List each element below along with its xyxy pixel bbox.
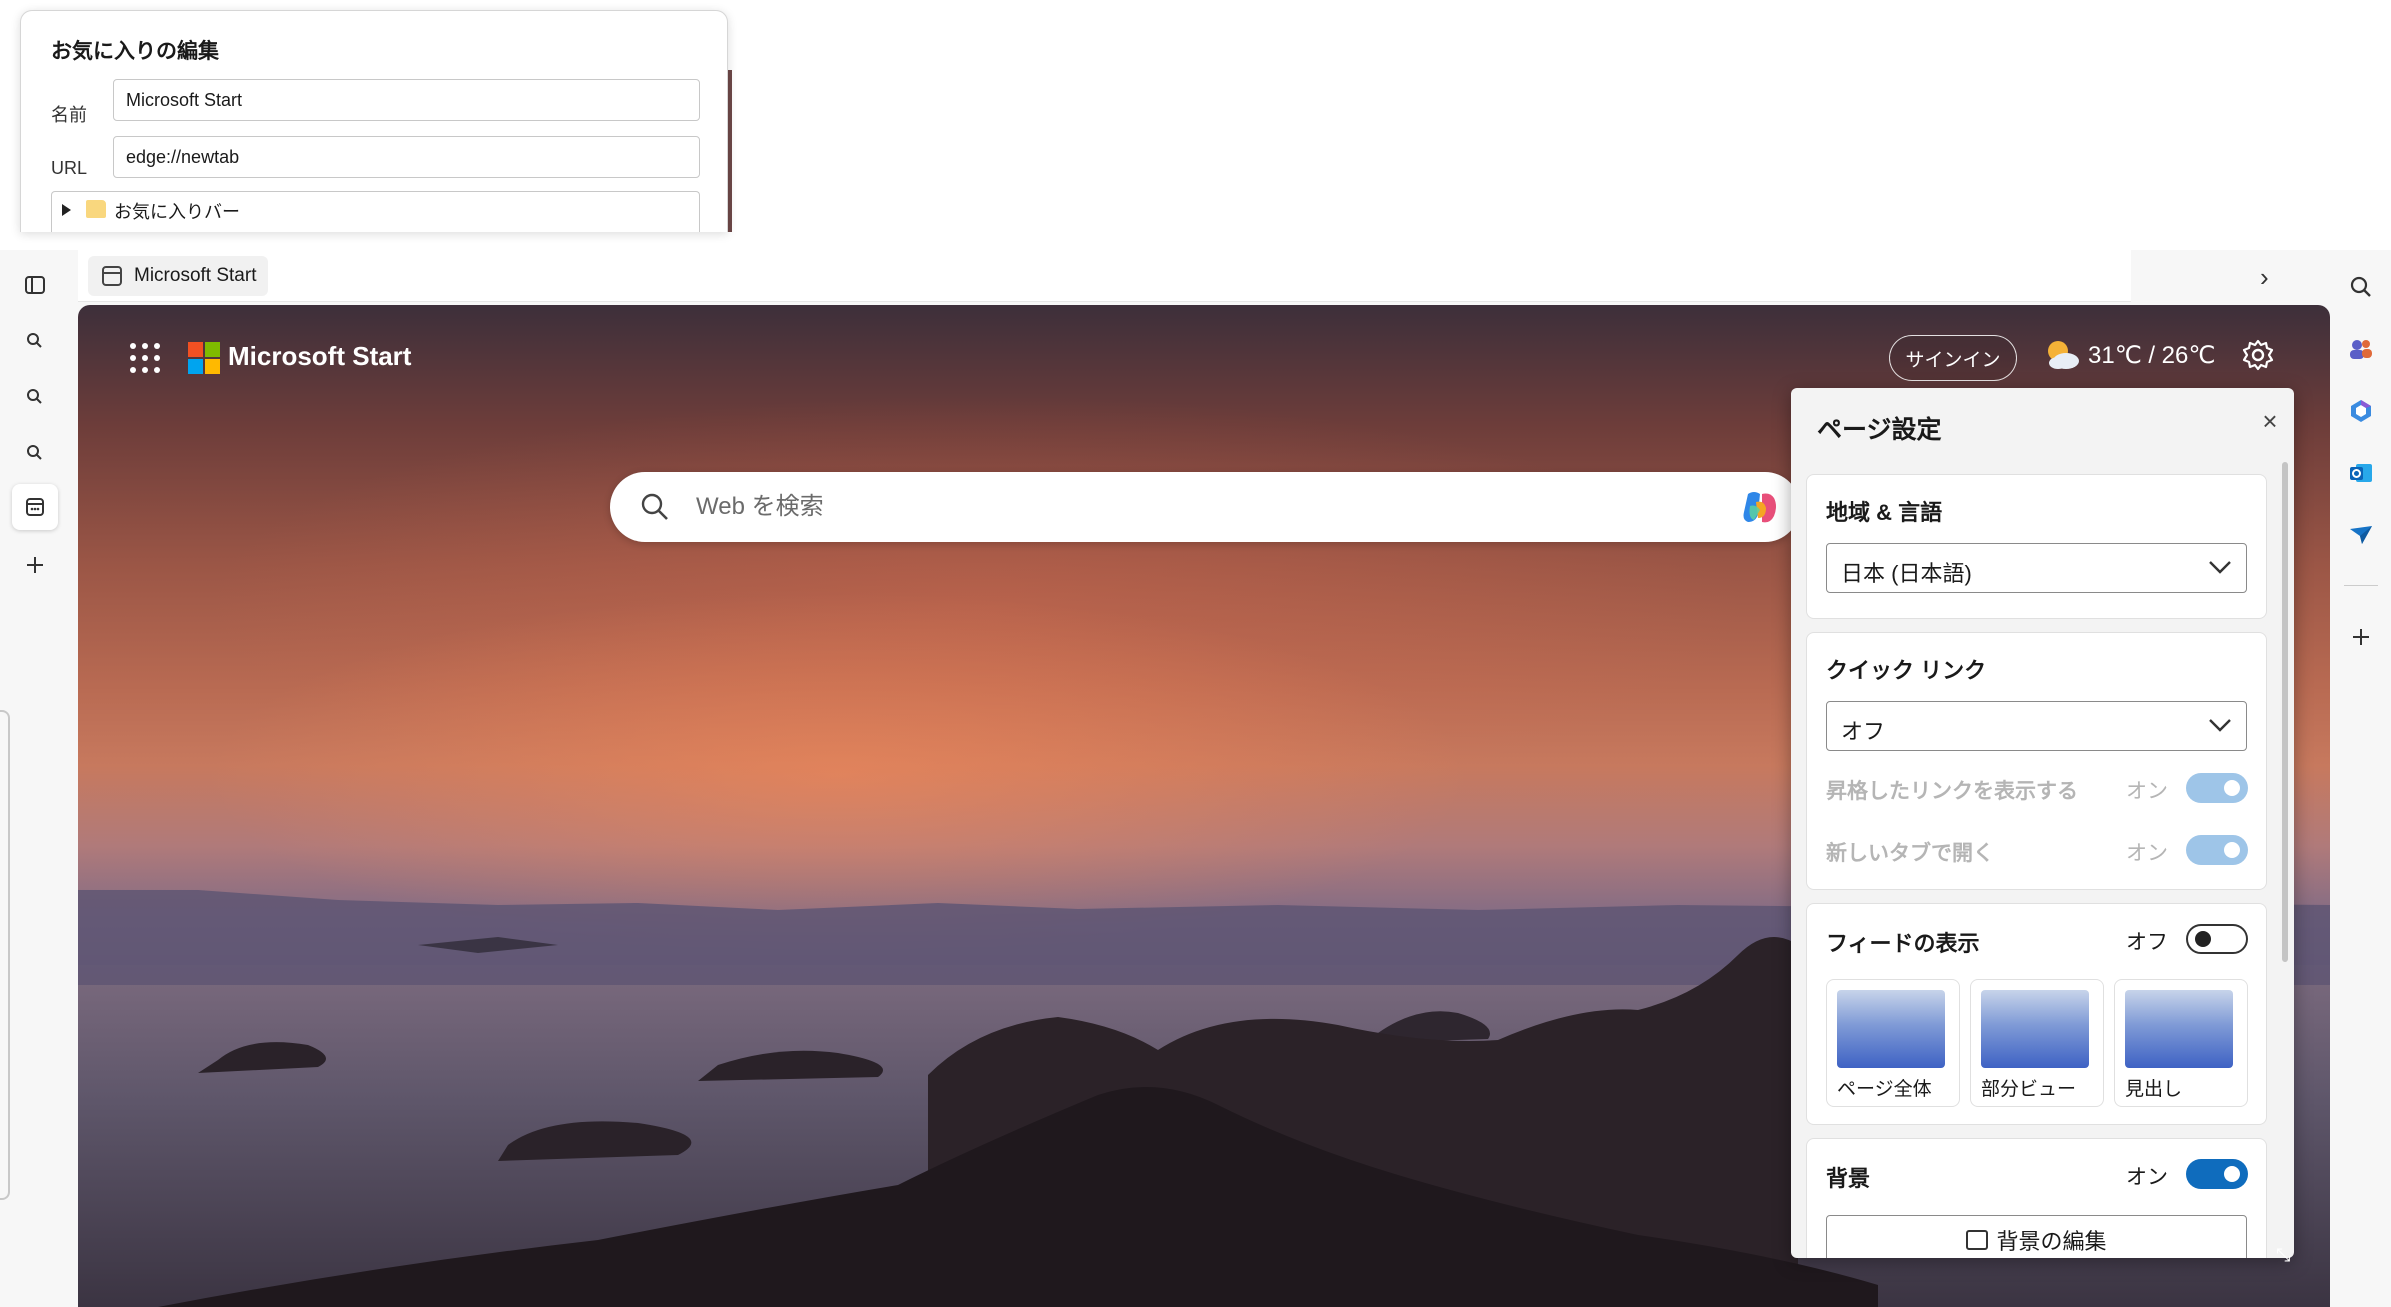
region-value: 日本 (日本語) bbox=[1841, 561, 1972, 586]
plus-icon[interactable] bbox=[12, 542, 58, 588]
background-card: 背景 オン 背景の編集 bbox=[1806, 1138, 2267, 1258]
region-dropdown[interactable]: 日本 (日本語) bbox=[1826, 543, 2247, 593]
background-title: 背景 bbox=[1826, 1166, 1871, 1191]
sidebar-divider bbox=[2344, 585, 2378, 586]
folder-label[interactable]: お気に入りバー bbox=[114, 198, 240, 224]
expand-arrow-icon[interactable] bbox=[62, 204, 71, 216]
search-icon[interactable] bbox=[2340, 266, 2382, 308]
folder-icon bbox=[86, 200, 106, 218]
layout-label: 部分ビュー bbox=[1981, 1079, 2077, 1100]
copilot-icon[interactable] bbox=[2340, 390, 2382, 432]
calendar-icon bbox=[102, 266, 122, 286]
layout-option-full[interactable]: ページ全体 bbox=[1826, 979, 1960, 1107]
layout-label: 見出し bbox=[2125, 1079, 2183, 1100]
search-icon[interactable] bbox=[12, 430, 58, 476]
chevron-down-icon bbox=[2209, 561, 2231, 574]
search-input[interactable] bbox=[696, 484, 1596, 530]
promoted-links-toggle[interactable] bbox=[2186, 773, 2248, 803]
chevron-right-icon[interactable]: › bbox=[2260, 262, 2269, 293]
close-icon[interactable]: × bbox=[2253, 404, 2287, 438]
panel-scrollbar[interactable] bbox=[2282, 462, 2288, 962]
layout-option-headings[interactable]: 見出し bbox=[2114, 979, 2248, 1107]
promoted-links-state: オン bbox=[2126, 780, 2168, 803]
url-label: URL bbox=[51, 158, 88, 178]
layout-thumbnail bbox=[1981, 990, 2089, 1068]
layout-thumbnail bbox=[2125, 990, 2233, 1068]
promoted-links-row: 昇格したリンクを表示する オン bbox=[1826, 769, 2248, 805]
url-field[interactable] bbox=[113, 136, 700, 178]
layout-thumbnail bbox=[1837, 990, 1945, 1068]
layout-option-partial[interactable]: 部分ビュー bbox=[1970, 979, 2104, 1107]
search-icon[interactable] bbox=[12, 318, 58, 364]
weather-icon[interactable] bbox=[2042, 335, 2082, 375]
tab-microsoft-start[interactable]: Microsoft Start bbox=[88, 256, 269, 296]
quick-links-value: オフ bbox=[1841, 719, 1886, 744]
tab-strip: Microsoft Start bbox=[78, 250, 2131, 302]
web-search-box[interactable] bbox=[610, 472, 1800, 542]
folder-tree[interactable]: お気に入りバー bbox=[51, 191, 700, 232]
layout-label: ページ全体 bbox=[1837, 1079, 1932, 1100]
background-row: 背景 オン bbox=[1826, 1155, 2248, 1191]
background-toggle[interactable] bbox=[2186, 1159, 2248, 1189]
open-new-tab-row: 新しいタブで開く オン bbox=[1826, 831, 2248, 867]
weather-temperature[interactable]: 31℃ / 26℃ bbox=[2088, 341, 2215, 370]
quick-links-dropdown[interactable]: オフ bbox=[1826, 701, 2247, 751]
edit-favorite-dialog: お気に入りの編集 名前 URL お気に入りバー bbox=[20, 10, 728, 232]
signin-button[interactable]: サインイン bbox=[1889, 335, 2017, 381]
promoted-links-label: 昇格したリンクを表示する bbox=[1826, 780, 2078, 803]
feed-display-row: フィードの表示 オフ bbox=[1826, 920, 2248, 956]
feed-display-toggle[interactable] bbox=[2186, 924, 2248, 954]
image-icon bbox=[1966, 1230, 1989, 1250]
gear-icon[interactable] bbox=[2240, 337, 2276, 373]
feed-display-title: フィードの表示 bbox=[1826, 931, 1980, 956]
sidebar bbox=[2330, 250, 2391, 1307]
expand-icon[interactable]: ⤡ bbox=[2276, 1245, 2290, 1266]
tab-title: Microsoft Start bbox=[134, 265, 257, 286]
brand-name[interactable]: Microsoft Start bbox=[228, 341, 411, 372]
feed-display-state: オフ bbox=[2126, 931, 2168, 954]
quick-links-card: クイック リンク オフ 昇格したリンクを表示する オン 新しいタブで開く オン bbox=[1806, 632, 2267, 890]
outlook-icon[interactable] bbox=[2340, 452, 2382, 494]
microsoft-logo-icon bbox=[188, 342, 220, 374]
people-icon[interactable] bbox=[2340, 328, 2382, 370]
apps-grid-icon[interactable] bbox=[130, 343, 160, 373]
edit-background-label: 背景の編集 bbox=[1996, 1229, 2107, 1254]
region-language-card: 地域 & 言語 日本 (日本語) bbox=[1806, 474, 2267, 619]
name-label: 名前 bbox=[51, 105, 87, 125]
search-icon[interactable] bbox=[12, 374, 58, 420]
region-title: 地域 & 言語 bbox=[1826, 500, 1943, 525]
open-new-tab-toggle[interactable] bbox=[2186, 835, 2248, 865]
calendar-icon[interactable] bbox=[12, 484, 58, 530]
page-settings-panel: ページ設定 × 地域 & 言語 日本 (日本語) クイック リンク オフ 昇格し… bbox=[1791, 388, 2294, 1258]
rail-resize-handle[interactable] bbox=[0, 710, 10, 1200]
feed-display-card: フィードの表示 オフ ページ全体 部分ビュー 見出し bbox=[1806, 903, 2267, 1125]
open-new-tab-state: オン bbox=[2126, 842, 2168, 865]
panel-title: ページ設定 bbox=[1817, 416, 1942, 444]
search-icon bbox=[641, 493, 668, 520]
send-icon[interactable] bbox=[2340, 514, 2382, 556]
dialog-title: お気に入りの編集 bbox=[51, 40, 219, 63]
edit-background-button[interactable]: 背景の編集 bbox=[1826, 1215, 2247, 1258]
vertical-tab-rail bbox=[0, 250, 70, 1307]
copilot-icon[interactable] bbox=[1738, 486, 1782, 530]
open-new-tab-label: 新しいタブで開く bbox=[1826, 842, 1994, 865]
plus-icon[interactable] bbox=[2340, 616, 2382, 658]
sidebar-toggle-icon[interactable] bbox=[12, 262, 58, 308]
quick-links-title: クイック リンク bbox=[1826, 658, 1987, 683]
background-state: オン bbox=[2126, 1166, 2168, 1189]
name-field[interactable] bbox=[113, 79, 700, 121]
chevron-down-icon bbox=[2209, 719, 2231, 732]
